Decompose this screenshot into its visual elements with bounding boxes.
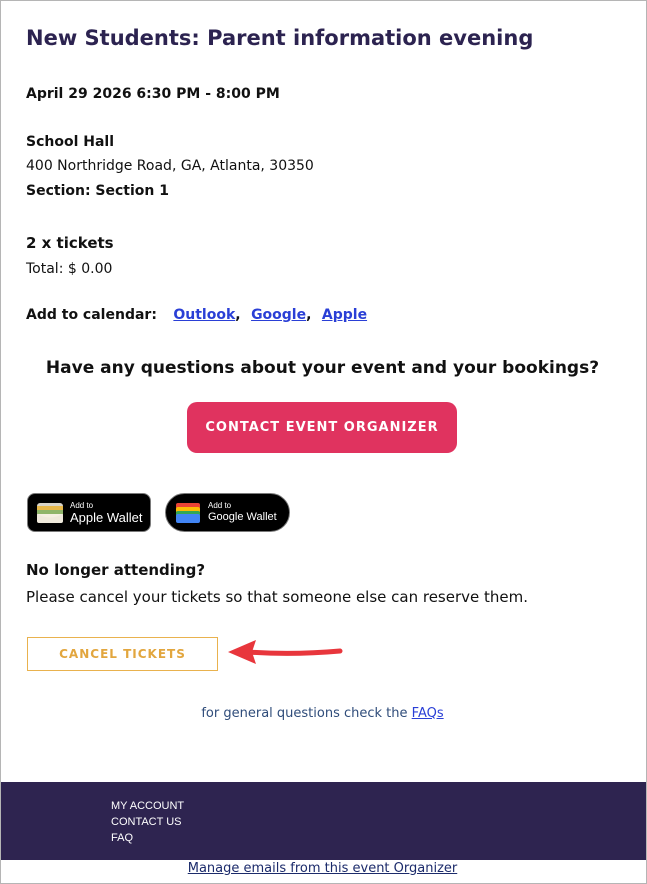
footer-link-faq[interactable]: FAQ [111,830,184,846]
footer-links: MY ACCOUNT CONTACT US FAQ [111,798,184,846]
calendar-link-apple[interactable]: Apple [322,307,367,323]
cancel-tickets-button[interactable]: CANCEL TICKETS [27,637,218,671]
footer: MY ACCOUNT CONTACT US FAQ [1,782,646,860]
faq-link[interactable]: FAQs [412,706,444,721]
add-to-calendar: Add to calendar: Outlook, Google, Apple [26,307,367,323]
questions-heading: Have any questions about your event and … [45,358,600,378]
cancel-instructions: Please cancel your tickets so that someo… [26,588,529,606]
manage-emails-link[interactable]: Manage emails from this event Organizer [188,861,458,876]
faq-line: for general questions check the FAQs [0,706,645,721]
red-arrow-annotation-icon [228,640,343,664]
cancel-heading: No longer attending? [26,561,206,579]
footer-link-contact-us[interactable]: CONTACT US [111,814,184,830]
faq-prefix: for general questions check the [201,706,408,721]
order-total: Total: $ 0.00 [26,261,113,277]
google-wallet-label: Google Wallet [208,511,277,523]
add-to-apple-wallet-button[interactable]: Add to Apple Wallet [27,493,151,532]
event-venue: School Hall [26,134,115,150]
apple-wallet-label: Apple Wallet [70,509,143,525]
calendar-link-outlook[interactable]: Outlook [173,307,235,323]
google-wallet-small-text: Add to [208,501,232,510]
calendar-separator: , [306,307,312,323]
footer-link-my-account[interactable]: MY ACCOUNT [111,798,184,814]
event-section: Section: Section 1 [26,183,169,199]
event-datetime: April 29 2026 6:30 PM - 8:00 PM [26,86,280,102]
contact-organizer-button[interactable]: CONTACT EVENT ORGANIZER [187,402,457,453]
manage-emails: Manage emails from this event Organizer [0,861,645,876]
event-address: 400 Northridge Road, GA, Atlanta, 30350 [26,158,314,174]
google-wallet-icon [176,502,200,523]
event-title: New Students: Parent information evening [26,26,534,50]
add-to-google-wallet-button[interactable]: Add to Google Wallet [165,493,290,532]
calendar-separator: , [235,307,241,323]
ticket-count: 2 x tickets [26,234,114,252]
apple-wallet-icon [37,502,63,523]
calendar-label: Add to calendar: [26,307,157,323]
calendar-link-google[interactable]: Google [251,307,306,323]
apple-wallet-small-text: Add to [70,500,94,510]
